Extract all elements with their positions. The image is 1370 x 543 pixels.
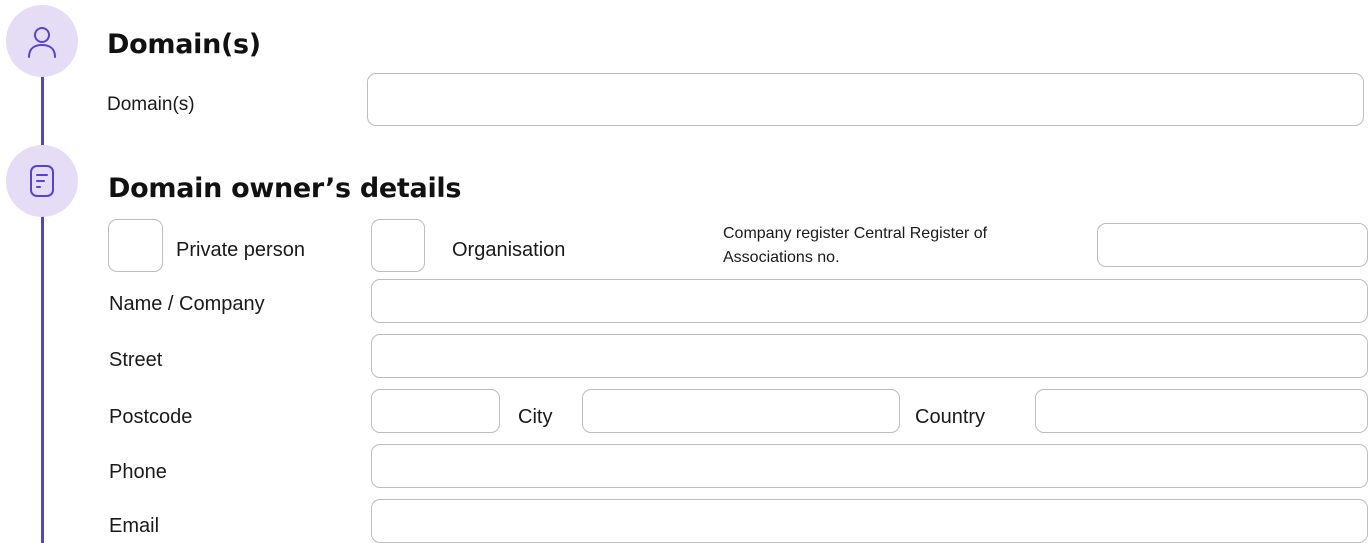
phone-input[interactable] [371,444,1368,488]
organisation-checkbox[interactable] [371,219,425,272]
domains-input[interactable] [367,73,1364,126]
street-input[interactable] [371,334,1368,378]
private-person-label: Private person [176,239,305,261]
register-number-input[interactable] [1097,223,1368,267]
domains-section-title: Domain(s) [107,29,261,60]
user-icon [25,24,59,58]
country-input[interactable] [1035,389,1368,433]
street-label: Street [109,349,163,371]
postcode-label: Postcode [109,406,193,428]
step-owner-indicator [6,145,78,217]
phone-label: Phone [109,461,167,483]
name-company-input[interactable] [371,279,1368,323]
private-person-checkbox[interactable] [108,219,163,272]
document-icon [29,164,55,198]
register-number-label: Company register Central Register of Ass… [723,225,988,266]
name-company-label: Name / Company [109,293,265,315]
email-input[interactable] [371,499,1368,543]
country-label: Country [915,406,986,428]
email-label: Email [109,515,160,537]
organisation-label: Organisation [452,239,566,261]
city-label: City [518,406,553,428]
city-input[interactable] [582,389,900,433]
owner-section-title: Domain owner’s details [108,173,462,204]
step-domains-indicator [6,5,78,77]
domain-registration-form: Domain(s) Domain(s) Domain owner’s detai… [0,0,1370,543]
domains-label: Domain(s) [107,94,195,115]
timeline-line [41,40,44,543]
postcode-input[interactable] [371,389,500,433]
